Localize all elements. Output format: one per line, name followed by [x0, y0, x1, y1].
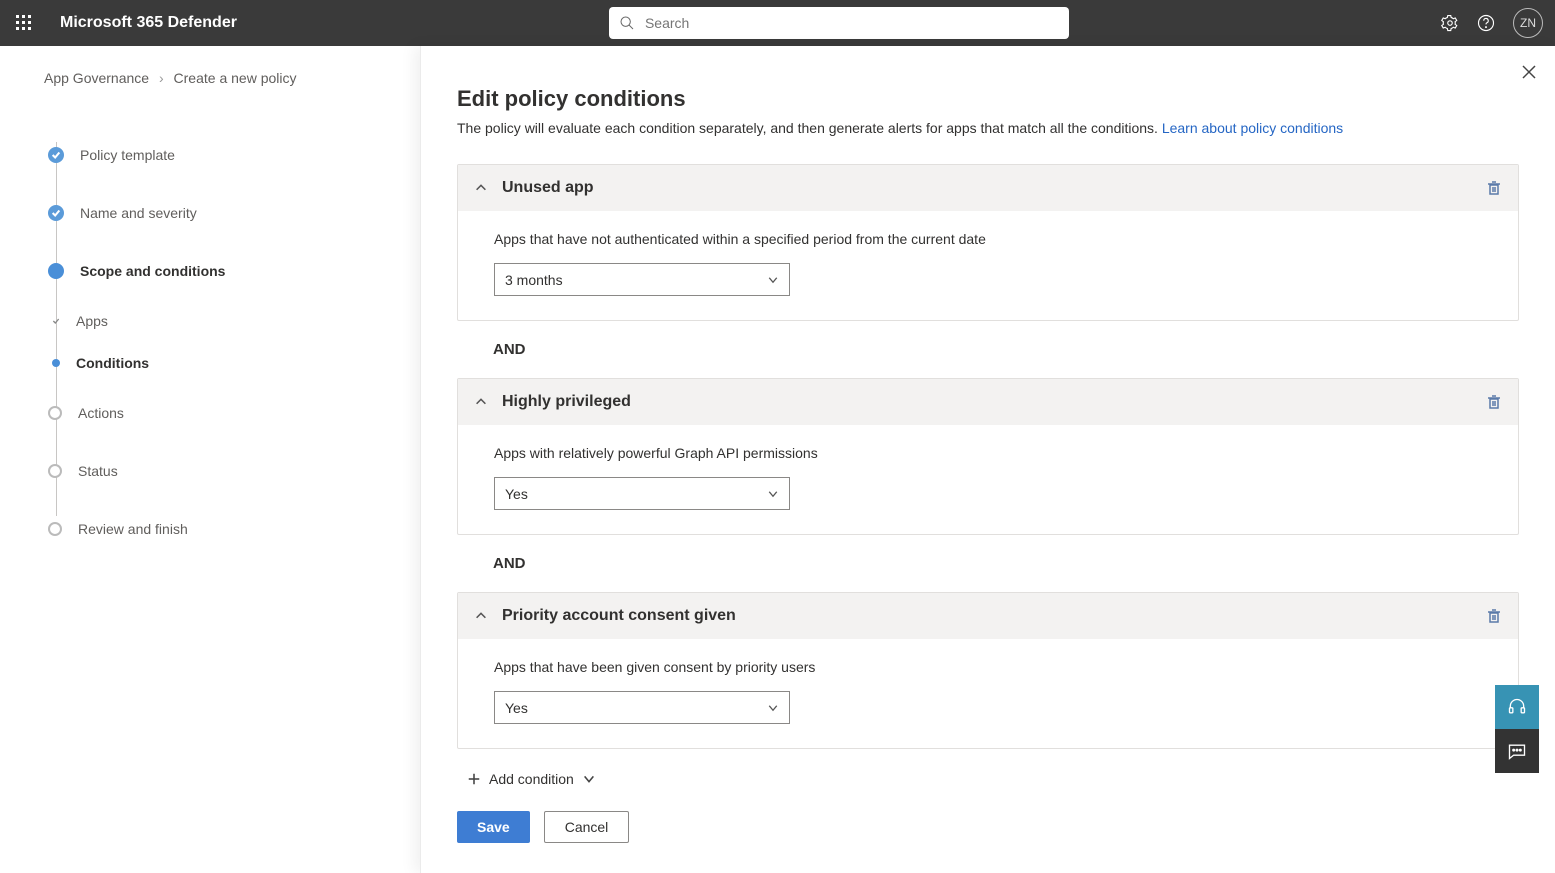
top-bar: Microsoft 365 Defender ZN [0, 0, 1555, 46]
substep-conditions[interactable]: Conditions [48, 342, 420, 384]
chevron-down-icon [582, 772, 596, 786]
search-wrap [257, 7, 1421, 39]
search-box[interactable] [609, 7, 1069, 39]
search-icon [619, 15, 635, 31]
future-step-icon [48, 406, 62, 420]
headset-icon [1507, 697, 1527, 717]
condition-desc: Apps that have been given consent by pri… [494, 659, 1482, 675]
consent-dropdown[interactable]: Yes [494, 691, 790, 724]
chevron-up-icon [474, 181, 488, 195]
condition-title: Highly privileged [502, 393, 1486, 411]
chevron-up-icon [474, 395, 488, 409]
step-label: Status [78, 463, 118, 479]
step-policy-template[interactable]: Policy template [48, 126, 420, 184]
condition-body: Apps with relatively powerful Graph API … [458, 425, 1518, 534]
save-button[interactable]: Save [457, 811, 530, 843]
avatar[interactable]: ZN [1513, 8, 1543, 38]
substep-label: Apps [76, 313, 108, 329]
breadcrumb-sep: › [159, 70, 164, 86]
panel-subtitle: The policy will evaluate each condition … [457, 120, 1519, 136]
left-pane: App Governance › Create a new policy Pol… [0, 46, 420, 558]
waffle-icon[interactable] [16, 15, 32, 31]
dropdown-value: Yes [505, 486, 528, 502]
page: App Governance › Create a new policy Pol… [0, 46, 1555, 558]
panel-actions: Save Cancel [457, 811, 1519, 843]
check-icon [48, 147, 64, 163]
feedback-button[interactable] [1495, 729, 1539, 773]
condition-body: Apps that have not authenticated within … [458, 211, 1518, 320]
condition-highly-privileged: Highly privileged Apps with relatively p… [457, 378, 1519, 535]
condition-title: Priority account consent given [502, 607, 1486, 625]
step-status[interactable]: Status [48, 442, 420, 500]
breadcrumb-current: Create a new policy [174, 70, 297, 86]
panel-content: Edit policy conditions The policy will e… [421, 46, 1555, 843]
close-icon [1521, 64, 1537, 80]
trash-icon[interactable] [1486, 394, 1502, 410]
chevron-up-icon [474, 609, 488, 623]
step-label: Scope and conditions [80, 263, 225, 279]
step-label: Name and severity [80, 205, 197, 221]
step-review-finish[interactable]: Review and finish [48, 500, 420, 558]
substep-active-icon [52, 359, 60, 367]
edit-panel: Edit policy conditions The policy will e… [420, 46, 1555, 873]
help-icon[interactable] [1477, 14, 1495, 32]
dropdown-value: 3 months [505, 272, 563, 288]
condition-unused-app: Unused app Apps that have not authentica… [457, 164, 1519, 321]
condition-header[interactable]: Priority account consent given [458, 593, 1518, 639]
condition-header[interactable]: Highly privileged [458, 379, 1518, 425]
chevron-down-icon [767, 702, 779, 714]
wizard-steps: Policy template Name and severity Scope … [48, 126, 420, 558]
step-label: Review and finish [78, 521, 188, 537]
condition-desc: Apps with relatively powerful Graph API … [494, 445, 1482, 461]
top-icons: ZN [1441, 8, 1543, 38]
panel-title: Edit policy conditions [457, 86, 1519, 112]
search-input[interactable] [645, 15, 1059, 31]
condition-body: Apps that have been given consent by pri… [458, 639, 1518, 748]
step-label: Actions [78, 405, 124, 421]
condition-desc: Apps that have not authenticated within … [494, 231, 1482, 247]
substep-label: Conditions [76, 355, 149, 371]
learn-link[interactable]: Learn about policy conditions [1162, 120, 1343, 136]
step-actions[interactable]: Actions [48, 384, 420, 442]
chat-icon [1507, 741, 1527, 761]
privileged-dropdown[interactable]: Yes [494, 477, 790, 510]
dropdown-value: Yes [505, 700, 528, 716]
and-separator: AND [493, 341, 1519, 358]
step-name-severity[interactable]: Name and severity [48, 184, 420, 242]
breadcrumb-root[interactable]: App Governance [44, 70, 149, 86]
substep-tick-icon [52, 317, 60, 325]
and-separator: AND [493, 555, 1519, 572]
breadcrumb: App Governance › Create a new policy [44, 70, 420, 86]
condition-title: Unused app [502, 179, 1486, 197]
brand-title: Microsoft 365 Defender [60, 14, 237, 32]
plus-icon [467, 772, 481, 786]
cancel-button[interactable]: Cancel [544, 811, 630, 843]
active-step-icon [48, 263, 64, 279]
condition-header[interactable]: Unused app [458, 165, 1518, 211]
substep-apps[interactable]: Apps [48, 300, 420, 342]
period-dropdown[interactable]: 3 months [494, 263, 790, 296]
check-icon [48, 205, 64, 221]
future-step-icon [48, 522, 62, 536]
gear-icon[interactable] [1441, 14, 1459, 32]
trash-icon[interactable] [1486, 180, 1502, 196]
add-condition-label: Add condition [489, 771, 574, 787]
panel-subtitle-text: The policy will evaluate each condition … [457, 120, 1162, 136]
trash-icon[interactable] [1486, 608, 1502, 624]
future-step-icon [48, 464, 62, 478]
add-condition-button[interactable]: Add condition [467, 771, 1519, 787]
chevron-down-icon [767, 274, 779, 286]
step-scope-conditions[interactable]: Scope and conditions [48, 242, 420, 300]
step-label: Policy template [80, 147, 175, 163]
floating-buttons [1495, 685, 1539, 773]
condition-priority-consent: Priority account consent given Apps that… [457, 592, 1519, 749]
headset-button[interactable] [1495, 685, 1539, 729]
chevron-down-icon [767, 488, 779, 500]
close-button[interactable] [1521, 64, 1537, 83]
